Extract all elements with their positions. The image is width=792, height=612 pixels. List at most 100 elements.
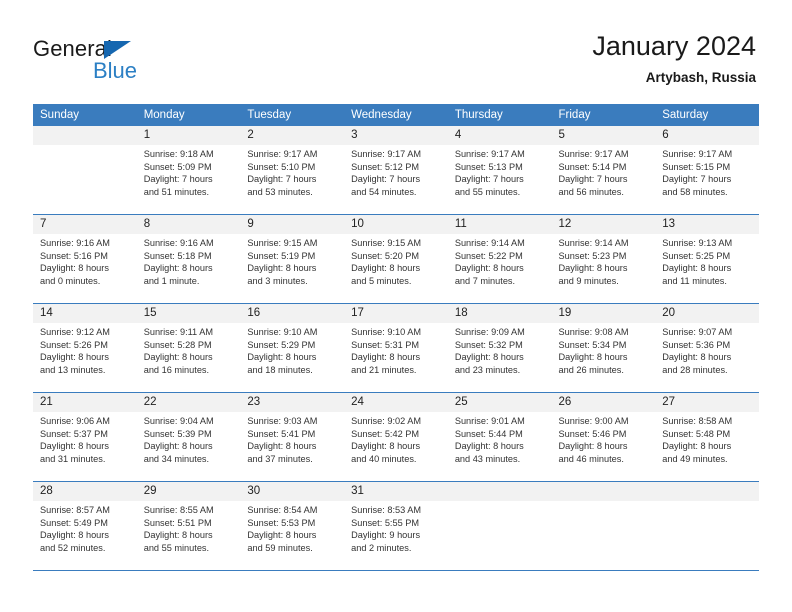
- weekday-header-tuesday: Tuesday: [240, 104, 345, 126]
- page-subtitle: Artybash, Russia: [645, 70, 756, 85]
- calendar-day-cell[interactable]: 11 Sunrise: 9:14 AM Sunset: 5:22 PM Dayligh…: [447, 214, 552, 304]
- detail-sunrise: Sunrise: 9:06 AM: [40, 416, 110, 426]
- day-details: [552, 501, 656, 504]
- day-details: Sunrise: 9:17 AM Sunset: 5:10 PM Daylight:…: [240, 145, 344, 198]
- detail-daylight-line1: Daylight: 8 hours: [454, 352, 524, 363]
- calendar-day-cell[interactable]: 26 Sunrise: 9:00 AM Sunset: 5:46 PM Dayligh…: [551, 392, 656, 482]
- day-26: 26 Sunrise: 9:00 AM Sunset: 5:46 PM Dayligh…: [551, 393, 656, 481]
- detail-daylight-line2: and 3 minutes.: [247, 275, 308, 286]
- day-details: [655, 501, 759, 504]
- calendar-day-cell[interactable]: 12 Sunrise: 9:14 AM Sunset: 5:23 PM Dayligh…: [551, 214, 656, 304]
- detail-daylight-line1: Daylight: 7 hours: [247, 174, 317, 185]
- day-4: 4 Sunrise: 9:17 AM Sunset: 5:13 PM Daylight…: [447, 126, 552, 214]
- detail-daylight-line1: Daylight: 7 hours: [454, 174, 524, 185]
- calendar-day-cell[interactable]: 6 Sunrise: 9:17 AM Sunset: 5:15 PM Daylight…: [655, 126, 759, 215]
- calendar-day-cell[interactable]: 4 Sunrise: 9:17 AM Sunset: 5:13 PM Daylight…: [447, 126, 552, 215]
- day-details: Sunrise: 9:07 AM Sunset: 5:36 PM Daylight:…: [655, 323, 759, 376]
- calendar-day-cell[interactable]: 2 Sunrise: 9:17 AM Sunset: 5:10 PM Daylight…: [240, 126, 345, 215]
- calendar-day-cell[interactable]: [33, 126, 137, 215]
- calendar-day-cell[interactable]: 27 Sunrise: 8:58 AM Sunset: 5:48 PM Dayligh…: [655, 392, 759, 482]
- calendar-week-row: 21 Sunrise: 9:06 AM Sunset: 5:37 PM Dayligh…: [33, 392, 759, 482]
- calendar-day-cell[interactable]: 28 Sunrise: 8:57 AM Sunset: 5:49 PM Dayligh…: [33, 481, 137, 571]
- calendar-day-cell[interactable]: 31 Sunrise: 8:53 AM Sunset: 5:55 PM Dayligh…: [344, 481, 448, 571]
- calendar-day-cell[interactable]: 8 Sunrise: 9:16 AM Sunset: 5:18 PM Daylight…: [136, 214, 241, 304]
- weekday-header-thursday: Thursday: [447, 104, 552, 126]
- calendar-day-cell[interactable]: 14 Sunrise: 9:12 AM Sunset: 5:26 PM Dayligh…: [33, 303, 137, 393]
- detail-sunrise: Sunrise: 9:00 AM: [558, 416, 629, 426]
- detail-sunset: Sunset: 5:13 PM: [454, 161, 523, 172]
- calendar-day-cell[interactable]: 20 Sunrise: 9:07 AM Sunset: 5:36 PM Dayligh…: [655, 303, 759, 393]
- calendar-day-cell[interactable]: 17 Sunrise: 9:10 AM Sunset: 5:31 PM Dayligh…: [344, 303, 448, 393]
- calendar-day-cell[interactable]: 9 Sunrise: 9:15 AM Sunset: 5:19 PM Daylight…: [240, 214, 345, 304]
- calendar-week-row: 28 Sunrise: 8:57 AM Sunset: 5:49 PM Dayligh…: [33, 481, 759, 571]
- day-number: 4: [447, 126, 552, 145]
- day-30: 30 Sunrise: 8:54 AM Sunset: 5:53 PM Dayligh…: [240, 482, 345, 570]
- calendar-day-cell[interactable]: 18 Sunrise: 9:09 AM Sunset: 5:32 PM Dayligh…: [447, 303, 552, 393]
- day-details: Sunrise: 9:02 AM Sunset: 5:42 PM Daylight:…: [344, 412, 448, 465]
- detail-sunset: Sunset: 5:34 PM: [558, 339, 627, 350]
- day-16: 16 Sunrise: 9:10 AM Sunset: 5:29 PM Dayligh…: [240, 304, 345, 392]
- detail-sunset: Sunset: 5:44 PM: [454, 428, 523, 439]
- detail-sunset: Sunset: 5:39 PM: [143, 428, 212, 439]
- calendar-day-cell[interactable]: 23 Sunrise: 9:03 AM Sunset: 5:41 PM Dayligh…: [240, 392, 345, 482]
- calendar-day-cell[interactable]: 15 Sunrise: 9:11 AM Sunset: 5:28 PM Dayligh…: [136, 303, 241, 393]
- calendar-day-cell[interactable]: 1 Sunrise: 9:18 AM Sunset: 5:09 PM Daylight…: [136, 126, 241, 215]
- day-number: 29: [136, 482, 241, 501]
- day-details: Sunrise: 8:54 AM Sunset: 5:53 PM Daylight:…: [240, 501, 344, 554]
- day-14: 14 Sunrise: 9:12 AM Sunset: 5:26 PM Dayligh…: [33, 304, 137, 392]
- detail-daylight-line2: and 21 minutes.: [351, 364, 417, 375]
- calendar-day-cell[interactable]: 19 Sunrise: 9:08 AM Sunset: 5:34 PM Dayligh…: [551, 303, 656, 393]
- detail-sunset: Sunset: 5:32 PM: [454, 339, 523, 350]
- calendar-day-cell[interactable]: [551, 481, 656, 571]
- calendar-day-cell[interactable]: 16 Sunrise: 9:10 AM Sunset: 5:29 PM Dayligh…: [240, 303, 345, 393]
- day-number: 24: [344, 393, 448, 412]
- day-details: Sunrise: 9:17 AM Sunset: 5:15 PM Daylight:…: [655, 145, 759, 198]
- detail-daylight-line2: and 18 minutes.: [247, 364, 313, 375]
- day-number: 16: [240, 304, 345, 323]
- detail-daylight-line1: Daylight: 8 hours: [454, 441, 524, 452]
- day-number: 3: [344, 126, 448, 145]
- general-blue-logo[interactable]: General Blue: [33, 36, 163, 84]
- day-number: 19: [551, 304, 656, 323]
- detail-sunrise: Sunrise: 9:07 AM: [662, 327, 733, 337]
- title-block: January 2024 Artybash, Russia: [592, 30, 756, 86]
- day-13: 13 Sunrise: 9:13 AM Sunset: 5:25 PM Dayligh…: [655, 215, 759, 303]
- calendar-day-cell[interactable]: 25 Sunrise: 9:01 AM Sunset: 5:44 PM Dayligh…: [447, 392, 552, 482]
- day-9: 9 Sunrise: 9:15 AM Sunset: 5:19 PM Daylight…: [240, 215, 345, 303]
- detail-sunrise: Sunrise: 9:01 AM: [454, 416, 525, 426]
- day-28: 28 Sunrise: 8:57 AM Sunset: 5:49 PM Dayligh…: [33, 482, 137, 570]
- detail-sunrise: Sunrise: 9:16 AM: [40, 238, 110, 248]
- calendar-day-cell[interactable]: 29 Sunrise: 8:55 AM Sunset: 5:51 PM Dayligh…: [136, 481, 241, 571]
- day-number: 15: [136, 304, 241, 323]
- calendar-day-cell[interactable]: 5 Sunrise: 9:17 AM Sunset: 5:14 PM Daylight…: [551, 126, 656, 215]
- calendar-day-cell[interactable]: 13 Sunrise: 9:13 AM Sunset: 5:25 PM Dayligh…: [655, 214, 759, 304]
- detail-sunrise: Sunrise: 9:08 AM: [558, 327, 629, 337]
- day-number: 13: [655, 215, 759, 234]
- detail-sunrise: Sunrise: 9:18 AM: [143, 149, 214, 159]
- detail-sunrise: Sunrise: 8:54 AM: [247, 505, 318, 515]
- empty-day: [447, 482, 552, 570]
- detail-sunrise: Sunrise: 8:57 AM: [40, 505, 110, 515]
- calendar-day-cell[interactable]: 24 Sunrise: 9:02 AM Sunset: 5:42 PM Dayligh…: [344, 392, 448, 482]
- detail-sunset: Sunset: 5:48 PM: [662, 428, 731, 439]
- detail-daylight-line1: Daylight: 8 hours: [662, 263, 732, 274]
- detail-sunrise: Sunrise: 9:04 AM: [143, 416, 214, 426]
- calendar-day-cell[interactable]: [447, 481, 552, 571]
- detail-sunrise: Sunrise: 9:11 AM: [143, 327, 213, 337]
- calendar-day-cell[interactable]: 21 Sunrise: 9:06 AM Sunset: 5:37 PM Dayligh…: [33, 392, 137, 482]
- weekday-header-sunday: Sunday: [33, 104, 137, 126]
- day-number: [33, 126, 137, 145]
- day-number: 30: [240, 482, 345, 501]
- detail-daylight-line1: Daylight: 9 hours: [351, 530, 421, 541]
- calendar-day-cell[interactable]: 22 Sunrise: 9:04 AM Sunset: 5:39 PM Dayligh…: [136, 392, 241, 482]
- calendar-day-cell[interactable]: 3 Sunrise: 9:17 AM Sunset: 5:12 PM Daylight…: [344, 126, 448, 215]
- detail-daylight-line1: Daylight: 8 hours: [143, 263, 213, 274]
- day-details: Sunrise: 9:13 AM Sunset: 5:25 PM Daylight:…: [655, 234, 759, 287]
- detail-sunset: Sunset: 5:16 PM: [40, 250, 108, 261]
- calendar-day-cell[interactable]: 30 Sunrise: 8:54 AM Sunset: 5:53 PM Dayligh…: [240, 481, 345, 571]
- day-number: 7: [33, 215, 137, 234]
- calendar-day-cell[interactable]: [655, 481, 759, 571]
- calendar-day-cell[interactable]: 10 Sunrise: 9:15 AM Sunset: 5:20 PM Dayligh…: [344, 214, 448, 304]
- day-details: Sunrise: 8:55 AM Sunset: 5:51 PM Daylight:…: [137, 501, 241, 554]
- calendar-day-cell[interactable]: 7 Sunrise: 9:16 AM Sunset: 5:16 PM Daylight…: [33, 214, 137, 304]
